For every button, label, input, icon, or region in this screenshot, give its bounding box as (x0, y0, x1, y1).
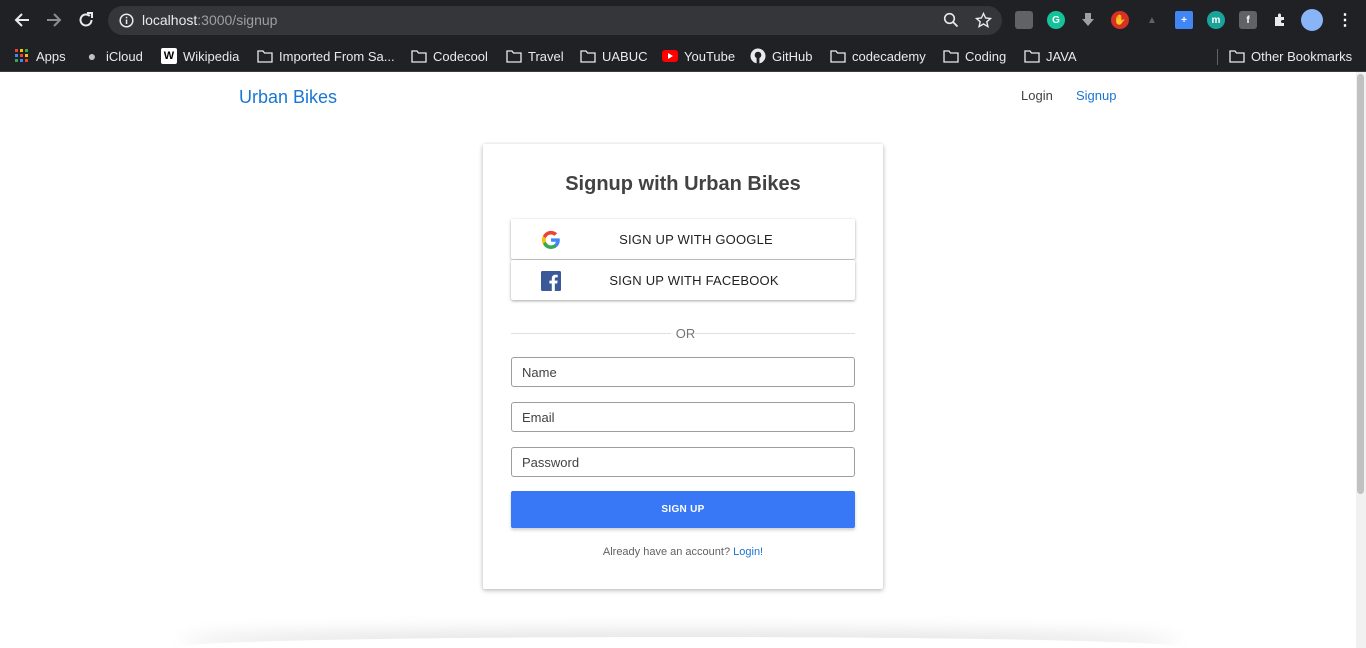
extension-store-icon[interactable] (1015, 11, 1033, 29)
grammarly-icon[interactable]: G (1047, 11, 1065, 29)
info-icon[interactable] (119, 13, 134, 28)
nav-signup-link[interactable]: Signup (1076, 88, 1116, 103)
apps-grid-icon (14, 48, 30, 64)
folder-icon (411, 48, 427, 64)
bookmarks-bar: Apps ● iCloud W Wikipedia Imported From Sa… (0, 40, 1366, 72)
page-viewport: Urban Bikes Login Signup Signup with Urb… (0, 72, 1356, 648)
bookmark-label: YouTube (684, 48, 736, 64)
url-host: localhost (142, 12, 198, 28)
login-prompt: Already have an account? Login! (483, 546, 883, 558)
bookmark-java[interactable]: JAVA (1024, 46, 1077, 66)
folder-icon (943, 48, 959, 64)
bookmark-label: iCloud (106, 48, 143, 64)
bookmark-github[interactable]: GitHub (750, 46, 812, 66)
bookmark-label: Other Bookmarks (1251, 48, 1353, 64)
bookmark-youtube[interactable]: YouTube (662, 46, 735, 66)
download-extension-icon[interactable] (1079, 11, 1097, 29)
bookmark-label: codecademy (852, 48, 926, 64)
signup-submit-button[interactable]: SIGN UP (511, 491, 855, 528)
bookmark-label: Imported From Sa... (279, 48, 395, 64)
facebook-extension-icon[interactable]: f (1239, 11, 1257, 29)
forward-button[interactable] (43, 9, 65, 31)
password-field[interactable] (511, 447, 855, 477)
bookmark-label: GitHub (772, 48, 813, 64)
browser-toolbar: localhost:3000/signup G ✋ ▲ + m f ⋮ (0, 0, 1366, 40)
extension-icon[interactable]: ▲ (1143, 11, 1161, 29)
bookmark-other[interactable]: Other Bookmarks (1229, 46, 1352, 66)
page-scrollbar[interactable] (1356, 72, 1366, 648)
back-button[interactable] (11, 9, 33, 31)
facebook-signup-label: SIGN UP WITH FACEBOOK (609, 273, 779, 288)
bookmark-uabuc[interactable]: UABUC (580, 46, 648, 66)
profile-avatar[interactable] (1301, 9, 1323, 31)
brand-logo-link[interactable]: Urban Bikes (239, 87, 337, 108)
nav-login-link[interactable]: Login (1021, 88, 1053, 103)
zoom-icon[interactable] (943, 12, 959, 28)
youtube-icon (662, 48, 678, 64)
bookmark-coding[interactable]: Coding (943, 46, 1006, 66)
bookmark-apps[interactable]: Apps (14, 46, 66, 66)
bookmark-imported[interactable]: Imported From Sa... (257, 46, 395, 66)
signup-card: Signup with Urban Bikes SIGN UP WITH GOO… (483, 144, 883, 589)
bookmark-label: JAVA (1046, 48, 1077, 64)
page-title: Signup with Urban Bikes (565, 173, 801, 195)
wikipedia-icon: W (161, 48, 177, 64)
address-bar[interactable]: localhost:3000/signup (108, 6, 1002, 35)
github-icon (750, 48, 766, 64)
puzzle-icon[interactable] (1271, 11, 1289, 29)
email-field[interactable] (511, 402, 855, 432)
menu-icon[interactable]: ⋮ (1336, 11, 1354, 29)
folder-icon (580, 48, 596, 64)
bookmark-label: Travel (528, 48, 564, 64)
name-field[interactable] (511, 357, 855, 387)
google-plus-icon[interactable]: + (1175, 11, 1193, 29)
bookmark-label: Wikipedia (183, 48, 240, 64)
or-text: OR (675, 326, 696, 341)
bookmark-label: Codecool (433, 48, 488, 64)
login-prompt-text: Already have an account? (602, 546, 734, 558)
bookmarks-divider (1217, 49, 1218, 65)
apple-icon: ● (87, 48, 97, 64)
reload-button[interactable] (75, 9, 97, 31)
bookmark-label: Coding (965, 48, 1007, 64)
mercury-icon[interactable]: m (1207, 11, 1225, 29)
arrow-left-icon (14, 13, 29, 27)
folder-icon (1024, 48, 1040, 64)
google-signup-button[interactable]: SIGN UP WITH GOOGLE (511, 219, 855, 259)
bookmark-codecademy[interactable]: codecademy (830, 46, 926, 66)
folder-icon (506, 48, 522, 64)
scrollbar-thumb[interactable] (1357, 74, 1364, 494)
bookmark-travel[interactable]: Travel (506, 46, 564, 66)
bookmark-wikipedia[interactable]: W Wikipedia (161, 46, 239, 66)
reload-icon (79, 12, 93, 27)
or-divider: OR (511, 326, 855, 341)
bookmark-label: Apps (36, 48, 66, 64)
bookmark-icloud[interactable]: ● iCloud (84, 46, 143, 66)
folder-icon (257, 48, 273, 64)
bookmark-label: UABUC (602, 48, 648, 64)
folder-icon (1229, 48, 1245, 64)
star-icon[interactable] (975, 12, 992, 29)
adblock-icon[interactable]: ✋ (1111, 11, 1129, 29)
folder-icon (830, 48, 846, 64)
facebook-signup-button[interactable]: SIGN UP WITH FACEBOOK (511, 260, 855, 300)
google-signup-label: SIGN UP WITH GOOGLE (619, 232, 773, 247)
login-link[interactable]: Login! (733, 546, 763, 558)
url-text[interactable]: localhost:3000/signup (142, 12, 277, 28)
bookmark-codecool[interactable]: Codecool (411, 46, 488, 66)
arrow-right-icon (47, 13, 62, 27)
footer-edge-shadow (180, 637, 1180, 648)
url-path: :3000/signup (197, 12, 278, 28)
